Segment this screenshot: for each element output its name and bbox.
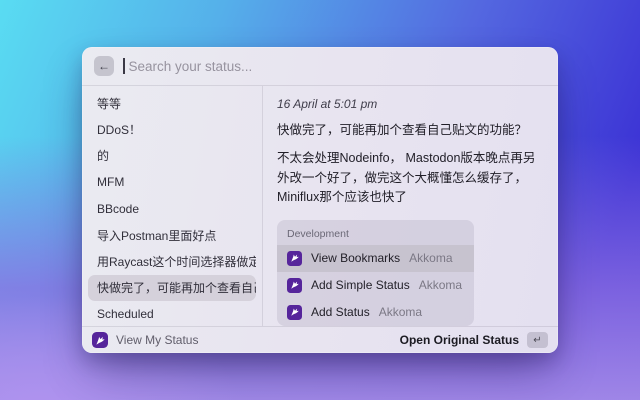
- main-content: 等等 DDoS！ 的 MFM BBcode 导入Postman里面好点 用Ray…: [82, 86, 558, 326]
- status-list-item[interactable]: DDoS！: [88, 116, 256, 142]
- action-label: Add Status: [311, 305, 370, 319]
- back-arrow-icon: ←: [98, 59, 110, 73]
- status-list-item-label: MFM: [97, 175, 124, 189]
- status-text-paragraph: 快做完了，可能再加个查看自己贴文的功能？: [277, 121, 544, 140]
- actions-section-label: Development: [277, 220, 474, 245]
- status-list-item-label: 的: [97, 147, 109, 164]
- status-bar: View My Status Open Original Status ↵: [82, 326, 558, 353]
- back-button[interactable]: ←: [94, 56, 114, 76]
- status-list-item[interactable]: 的: [88, 143, 256, 169]
- actions-panel: Development View Bookmarks Akkoma Add Si…: [277, 220, 474, 326]
- status-list-item-label: 等等: [97, 95, 121, 112]
- status-list-item-label: Scheduled: [97, 307, 154, 321]
- action-item-view-bookmarks[interactable]: View Bookmarks Akkoma: [277, 245, 474, 272]
- status-list-item[interactable]: 等等: [88, 90, 256, 116]
- status-list-item-label: 快做完了，可能再加个查看自己贴文的…: [97, 279, 256, 296]
- raycast-window: ← 等等 DDoS！ 的 MFM BBcode 导入Postman里面好点 用R…: [82, 47, 558, 353]
- action-label: View Bookmarks: [311, 251, 400, 265]
- footer-command-info: View My Status: [92, 332, 198, 348]
- return-key-icon: ↵: [527, 332, 548, 348]
- status-list-item[interactable]: 用Raycast这个时间选择器做定时很方…: [88, 248, 256, 274]
- status-list: 等等 DDoS！ 的 MFM BBcode 导入Postman里面好点 用Ray…: [82, 86, 263, 326]
- status-list-item-selected[interactable]: 快做完了，可能再加个查看自己贴文的…: [88, 275, 256, 301]
- action-label: Add Simple Status: [311, 278, 410, 292]
- search-input[interactable]: [127, 58, 547, 75]
- status-list-item-label: 用Raycast这个时间选择器做定时很方…: [97, 253, 256, 270]
- open-original-status-action[interactable]: Open Original Status ↵: [400, 332, 548, 348]
- status-text-paragraph: 不太会处理Nodeinfo， Mastodon版本晚点再另外改一个好了，做完这个…: [277, 149, 544, 207]
- status-list-item-label: DDoS！: [97, 121, 141, 138]
- status-list-item[interactable]: 导入Postman里面好点: [88, 222, 256, 248]
- akkoma-icon: [287, 305, 302, 320]
- status-timestamp: 16 April at 5:01 pm: [277, 97, 544, 111]
- footer-left-label: View My Status: [116, 333, 198, 347]
- akkoma-icon: [287, 251, 302, 266]
- status-detail: 16 April at 5:01 pm 快做完了，可能再加个查看自己贴文的功能？…: [263, 86, 558, 326]
- status-list-item[interactable]: MFM: [88, 169, 256, 195]
- search-bar: ←: [82, 47, 558, 86]
- status-list-item-label: 导入Postman里面好点: [97, 227, 216, 244]
- akkoma-icon: [92, 332, 108, 348]
- text-cursor: [123, 58, 125, 74]
- status-list-item-label: BBcode: [97, 202, 139, 216]
- footer-right-label: Open Original Status: [400, 333, 519, 347]
- action-item-add-status[interactable]: Add Status Akkoma: [277, 299, 474, 326]
- action-app-name: Akkoma: [409, 251, 452, 265]
- status-list-item[interactable]: Scheduled: [88, 301, 256, 327]
- akkoma-icon: [287, 278, 302, 293]
- action-item-add-simple-status[interactable]: Add Simple Status Akkoma: [277, 272, 474, 299]
- action-app-name: Akkoma: [419, 278, 462, 292]
- status-list-item[interactable]: BBcode: [88, 196, 256, 222]
- desktop-background: ← 等等 DDoS！ 的 MFM BBcode 导入Postman里面好点 用R…: [0, 0, 640, 400]
- action-app-name: Akkoma: [379, 305, 422, 319]
